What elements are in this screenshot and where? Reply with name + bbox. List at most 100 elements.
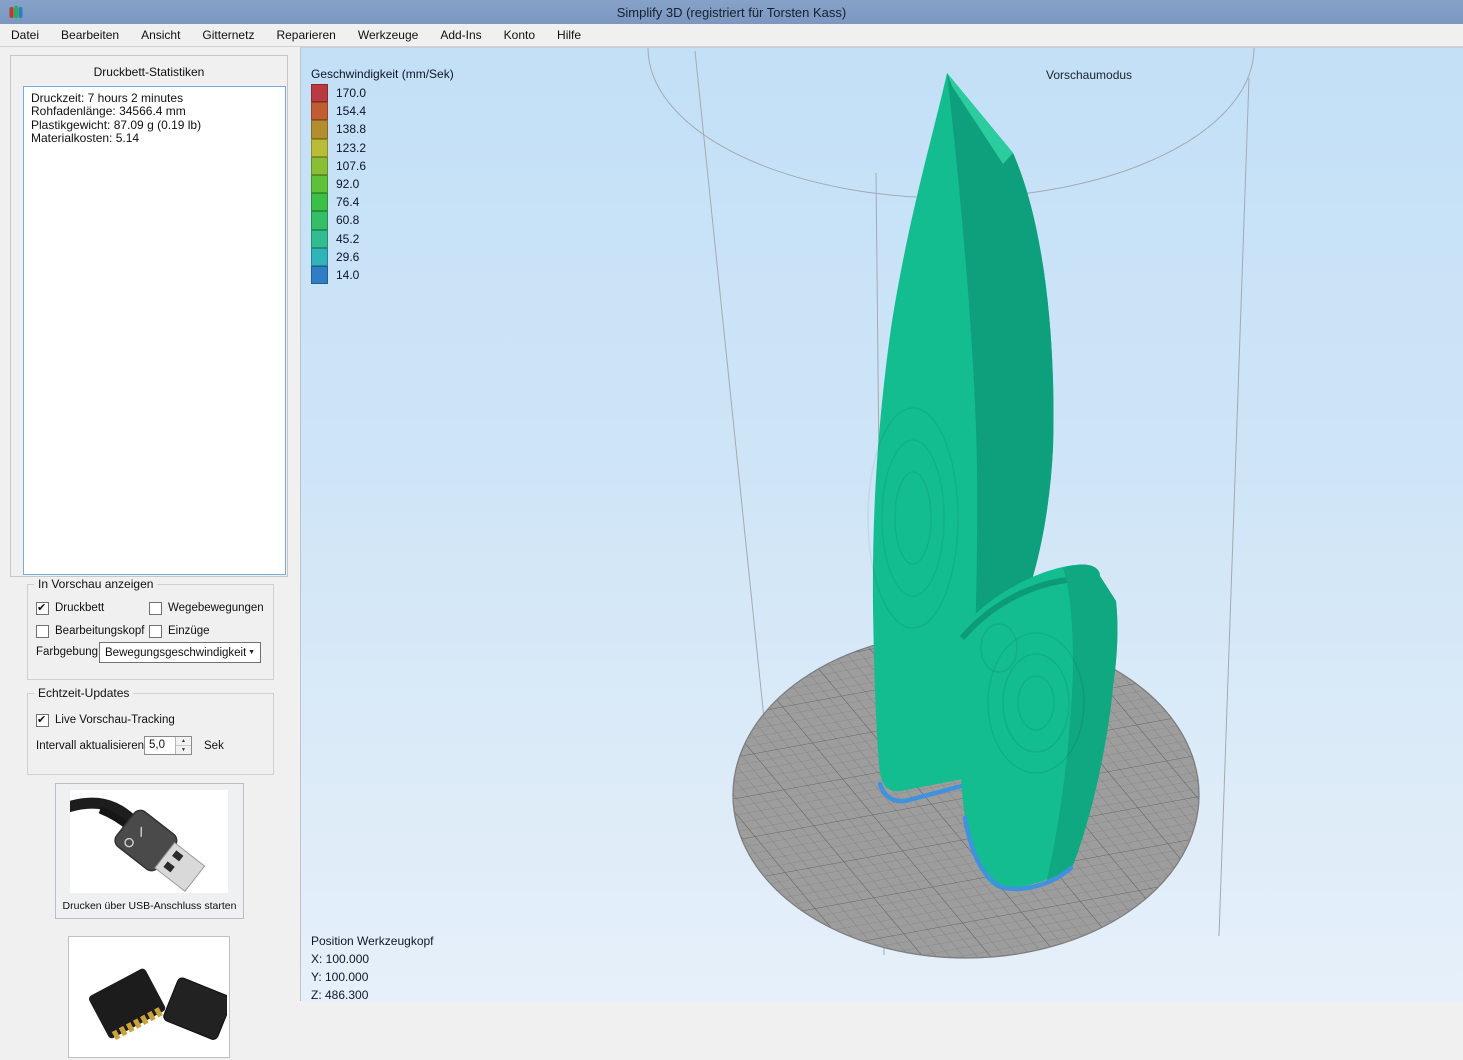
stat-line: Materialkosten: 5.14 bbox=[31, 132, 278, 145]
legend-value: 29.6 bbox=[336, 250, 359, 264]
legend-row: 154.4 bbox=[311, 102, 454, 120]
checkbox-live-vorschau-tracking[interactable]: Live Vorschau-Tracking bbox=[36, 713, 175, 727]
menu-item-add-ins[interactable]: Add-Ins bbox=[429, 25, 492, 45]
interval-row: Intervall aktualisieren bbox=[36, 740, 144, 752]
legend-swatch bbox=[311, 230, 328, 248]
checkbox-druckbett[interactable]: Druckbett bbox=[36, 601, 149, 615]
window-title: Simplify 3D (registriert für Torsten Kas… bbox=[0, 5, 1463, 20]
position-y: Y: 100.000 bbox=[311, 968, 434, 986]
legend-swatch bbox=[311, 266, 328, 284]
checkbox-label: Einzüge bbox=[168, 625, 210, 637]
legend-value: 107.6 bbox=[336, 159, 366, 173]
legend-swatch bbox=[311, 193, 328, 211]
preview-mode-label: Vorschaumodus bbox=[1046, 68, 1132, 82]
checkbox-box[interactable] bbox=[36, 714, 49, 727]
menu-bar: DateiBearbeitenAnsichtGitternetzReparier… bbox=[0, 24, 1463, 47]
toolhead-position-block: Position Werkzeugkopf X: 100.000 Y: 100.… bbox=[311, 932, 434, 1001]
spin-down-icon[interactable]: ▼ bbox=[176, 746, 191, 754]
legend-row: 138.8 bbox=[311, 120, 454, 138]
legend-row: 170.0 bbox=[311, 84, 454, 102]
preview-options-group: In Vorschau anzeigen DruckbettWegebewegu… bbox=[27, 584, 274, 680]
checkbox-label: Bearbeitungskopf bbox=[55, 625, 145, 637]
legend-row: 29.6 bbox=[311, 248, 454, 266]
print-over-usb-button[interactable]: Drucken über USB-Anschluss starten bbox=[55, 783, 244, 919]
legend-value: 60.8 bbox=[336, 213, 359, 227]
menu-item-konto[interactable]: Konto bbox=[493, 25, 546, 45]
speed-legend: Geschwindigkeit (mm/Sek) 170.0 154.4 138.8… bbox=[311, 67, 454, 284]
interval-value[interactable]: 5,0 bbox=[145, 737, 175, 754]
stat-line: Druckzeit: 7 hours 2 minutes bbox=[31, 92, 278, 105]
legend-title: Geschwindigkeit (mm/Sek) bbox=[311, 67, 454, 81]
position-title: Position Werkzeugkopf bbox=[311, 932, 434, 950]
legend-value: 76.4 bbox=[336, 195, 359, 209]
checkbox-label: Live Vorschau-Tracking bbox=[55, 714, 175, 726]
checkbox-label: Druckbett bbox=[55, 602, 104, 614]
stats-list: Druckzeit: 7 hours 2 minutesRohfadenläng… bbox=[23, 86, 286, 575]
sidebar: Druckbett-Statistiken Druckzeit: 7 hours… bbox=[0, 47, 300, 1000]
sd-card-image bbox=[69, 937, 227, 1055]
legend-row: 92.0 bbox=[311, 175, 454, 193]
print-stats-title: Druckbett-Statistiken bbox=[11, 65, 287, 79]
menu-item-werkzeuge[interactable]: Werkzeuge bbox=[347, 25, 429, 45]
checkbox-wegebewegungen[interactable]: Wegebewegungen bbox=[149, 601, 269, 615]
usb-connector-image bbox=[70, 790, 228, 893]
legend-swatch bbox=[311, 120, 328, 138]
legend-swatch bbox=[311, 248, 328, 266]
legend-row: 60.8 bbox=[311, 211, 454, 229]
legend-swatch bbox=[311, 157, 328, 175]
menu-item-ansicht[interactable]: Ansicht bbox=[130, 25, 191, 45]
legend-value: 154.4 bbox=[336, 104, 366, 118]
3d-viewport[interactable]: Geschwindigkeit (mm/Sek) 170.0 154.4 138.8… bbox=[300, 47, 1463, 1001]
realtime-updates-group: Echtzeit-Updates Live Vorschau-Tracking … bbox=[27, 693, 274, 775]
title-bar: Simplify 3D (registriert für Torsten Kas… bbox=[0, 0, 1463, 24]
chevron-down-icon: ▼ bbox=[246, 649, 260, 656]
realtime-group-title: Echtzeit-Updates bbox=[34, 686, 133, 700]
print-stats-panel: Druckbett-Statistiken Druckzeit: 7 hours… bbox=[10, 55, 288, 577]
legend-swatch bbox=[311, 84, 328, 102]
stat-line: Rohfadenlänge: 34566.4 mm bbox=[31, 105, 278, 118]
legend-value: 14.0 bbox=[336, 268, 359, 282]
3d-viewport-canvas[interactable] bbox=[301, 48, 1463, 1001]
printed-model bbox=[868, 73, 1117, 889]
coloring-row: Farbgebung bbox=[36, 646, 98, 658]
legend-swatch bbox=[311, 139, 328, 157]
legend-value: 138.8 bbox=[336, 122, 366, 136]
coloring-dropdown[interactable]: Bewegungsgeschwindigkeit ▼ bbox=[99, 642, 261, 663]
preview-checkbox-grid: Druckbett Wegebewegungen Bearbeitungskopf E… bbox=[36, 601, 269, 638]
main-content: Druckbett-Statistiken Druckzeit: 7 hours… bbox=[0, 47, 1463, 1000]
legend-swatch bbox=[311, 102, 328, 120]
coloring-label: Farbgebung bbox=[36, 646, 98, 658]
simplify3d-logo-icon bbox=[8, 4, 24, 20]
menu-item-bearbeiten[interactable]: Bearbeiten bbox=[50, 25, 130, 45]
legend-value: 92.0 bbox=[336, 177, 359, 191]
legend-row: 76.4 bbox=[311, 193, 454, 211]
legend-value: 123.2 bbox=[336, 141, 366, 155]
stat-line: Plastikgewicht: 87.09 g (0.19 lb) bbox=[31, 119, 278, 132]
menu-item-hilfe[interactable]: Hilfe bbox=[546, 25, 592, 45]
interval-spinbox[interactable]: 5,0 ▲ ▼ bbox=[144, 736, 192, 755]
legend-row: 14.0 bbox=[311, 266, 454, 284]
preview-group-title: In Vorschau anzeigen bbox=[34, 577, 157, 591]
checkbox-box[interactable] bbox=[149, 602, 162, 615]
spinner-buttons: ▲ ▼ bbox=[175, 737, 191, 754]
position-x: X: 100.000 bbox=[311, 950, 434, 968]
interval-label: Intervall aktualisieren bbox=[36, 740, 144, 752]
legend-rows: 170.0 154.4 138.8 123.2 107.6 92.0 76.4 60.8 45.… bbox=[311, 84, 454, 284]
menu-item-reparieren[interactable]: Reparieren bbox=[265, 25, 346, 45]
legend-swatch bbox=[311, 175, 328, 193]
sd-card-button[interactable] bbox=[68, 936, 230, 1058]
spin-up-icon[interactable]: ▲ bbox=[176, 737, 191, 746]
checkbox-bearbeitungskopf[interactable]: Bearbeitungskopf bbox=[36, 624, 149, 638]
legend-value: 170.0 bbox=[336, 86, 366, 100]
checkbox-box[interactable] bbox=[36, 625, 49, 638]
legend-row: 45.2 bbox=[311, 230, 454, 248]
legend-row: 123.2 bbox=[311, 139, 454, 157]
coloring-dropdown-value: Bewegungsgeschwindigkeit bbox=[100, 647, 246, 659]
menu-item-datei[interactable]: Datei bbox=[0, 25, 50, 45]
checkbox-box[interactable] bbox=[36, 602, 49, 615]
checkbox-label: Wegebewegungen bbox=[168, 602, 264, 614]
checkbox-box[interactable] bbox=[149, 625, 162, 638]
legend-row: 107.6 bbox=[311, 157, 454, 175]
menu-item-gitternetz[interactable]: Gitternetz bbox=[191, 25, 265, 45]
checkbox-einz-ge[interactable]: Einzüge bbox=[149, 624, 269, 638]
